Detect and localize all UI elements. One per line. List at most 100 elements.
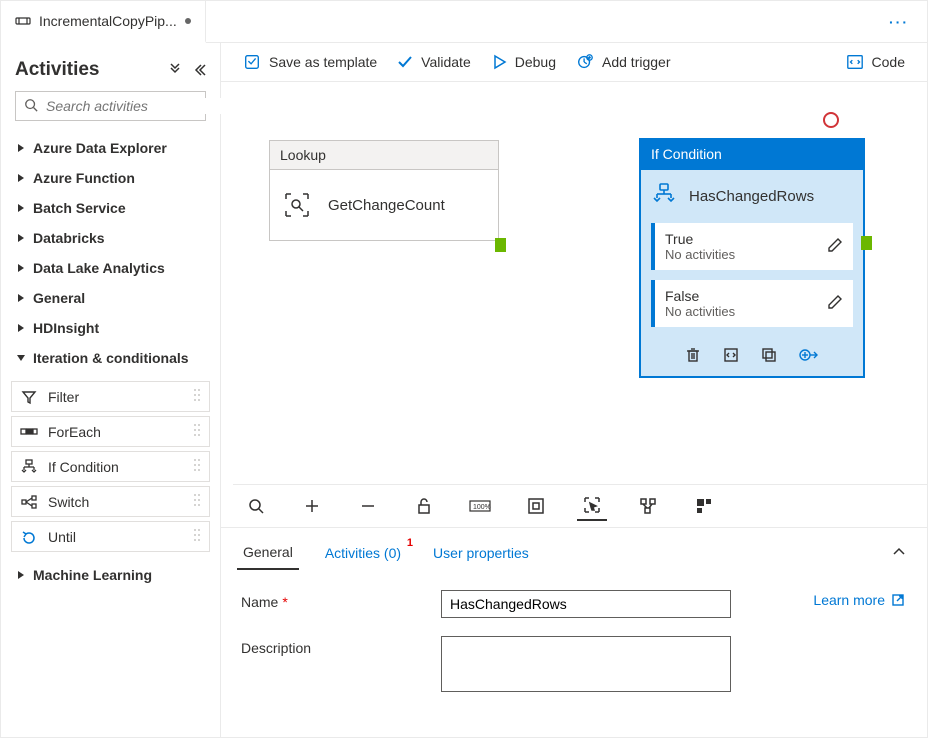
grip-icon — [193, 458, 201, 475]
tree-node[interactable]: HDInsight — [1, 313, 220, 343]
fit-screen-icon[interactable] — [521, 491, 551, 521]
tree-node-label: Azure Function — [33, 170, 135, 186]
tabs-more-button[interactable]: ··· — [871, 1, 927, 42]
branch-true-sub: No activities — [665, 247, 735, 262]
edit-icon[interactable] — [827, 237, 843, 256]
tree-node[interactable]: Data Lake Analytics — [1, 253, 220, 283]
activity-draggable[interactable]: ForEach — [11, 416, 210, 447]
zoom-100-icon[interactable]: 100% — [465, 491, 495, 521]
grip-icon — [193, 493, 201, 510]
activity-draggable[interactable]: Switch — [11, 486, 210, 517]
minimap-icon[interactable] — [689, 491, 719, 521]
tree-node-label: Data Lake Analytics — [33, 260, 165, 276]
grip-icon — [193, 388, 201, 405]
activity-draggable-label: Filter — [48, 389, 79, 405]
properties-panel: General Activities (0)1 User properties … — [221, 527, 927, 737]
save-as-template-label: Save as template — [269, 54, 377, 70]
code-icon[interactable] — [723, 347, 739, 366]
properties-tab-general[interactable]: General — [237, 536, 299, 570]
description-label: Description — [241, 640, 311, 656]
caret-right-icon — [15, 570, 27, 580]
activity-draggable[interactable]: Until — [11, 521, 210, 552]
tree-node[interactable]: Azure Data Explorer — [1, 133, 220, 163]
name-input[interactable] — [441, 590, 731, 618]
if-condition-icon — [651, 182, 677, 211]
zoom-out-icon[interactable] — [353, 491, 383, 521]
validate-button[interactable]: Validate — [397, 54, 471, 70]
activity-type-icon — [20, 529, 38, 545]
sidebar-title: Activities — [15, 59, 99, 81]
save-as-template-button[interactable]: Save as template — [243, 53, 377, 71]
tab-pipeline[interactable]: IncrementalCopyPip... — [1, 1, 206, 43]
tree-node[interactable]: Machine Learning — [1, 560, 220, 590]
description-input[interactable] — [441, 636, 731, 692]
add-trigger-button[interactable]: Add trigger — [576, 53, 670, 71]
caret-right-icon — [15, 233, 27, 243]
add-trigger-label: Add trigger — [602, 54, 670, 70]
search-icon — [24, 98, 38, 115]
learn-more-label: Learn more — [813, 592, 885, 608]
pipeline-canvas[interactable]: Lookup GetChangeCount — [221, 82, 927, 527]
activity-draggable-label: ForEach — [48, 424, 101, 440]
caret-right-icon — [15, 143, 27, 153]
collapse-sidebar-icon[interactable] — [192, 63, 206, 77]
tree-node-iteration[interactable]: Iteration & conditionals — [1, 343, 220, 373]
tree-node[interactable]: Databricks — [1, 223, 220, 253]
output-port[interactable] — [861, 236, 872, 250]
activity-type-icon — [20, 389, 38, 405]
activity-draggable-label: If Condition — [48, 459, 119, 475]
output-port[interactable] — [495, 238, 506, 252]
activity-draggable-label: Until — [48, 529, 76, 545]
tree-node-label: Databricks — [33, 230, 105, 246]
properties-tab-activities[interactable]: Activities (0)1 — [319, 537, 407, 569]
error-badge-icon: 1 — [407, 537, 413, 549]
caret-right-icon — [15, 203, 27, 213]
activity-draggable[interactable]: Filter — [11, 381, 210, 412]
properties-tab-user-properties[interactable]: User properties — [427, 537, 535, 569]
activity-draggable[interactable]: If Condition — [11, 451, 210, 482]
zoom-search-icon[interactable] — [241, 491, 271, 521]
tree-node-label: Iteration & conditionals — [33, 350, 189, 366]
code-button[interactable]: Code — [846, 53, 905, 71]
activity-type-icon — [20, 459, 38, 475]
branch-false[interactable]: False No activities — [651, 280, 853, 327]
tree-node[interactable]: Batch Service — [1, 193, 220, 223]
auto-align-icon[interactable] — [633, 491, 663, 521]
activity-lookup[interactable]: Lookup GetChangeCount — [269, 140, 499, 241]
search-input[interactable] — [46, 98, 228, 114]
activity-if-condition[interactable]: If Condition HasChangedRows — [639, 138, 865, 378]
branch-true-label: True — [665, 231, 735, 247]
zoom-in-icon[interactable] — [297, 491, 327, 521]
activity-type-icon — [20, 424, 38, 440]
edit-icon[interactable] — [827, 294, 843, 313]
svg-text:100%: 100% — [473, 504, 491, 511]
add-next-icon[interactable] — [799, 347, 819, 366]
collapse-panel-icon[interactable] — [887, 540, 911, 567]
dirty-indicator-icon — [185, 18, 191, 24]
editor-tabs: IncrementalCopyPip... ··· — [1, 1, 927, 43]
branch-true[interactable]: True No activities — [651, 223, 853, 270]
activity-type-icon — [20, 494, 38, 510]
activity-name: HasChangedRows — [689, 188, 814, 205]
delete-icon[interactable] — [685, 347, 701, 366]
grip-icon — [193, 423, 201, 440]
activity-draggable-label: Switch — [48, 494, 89, 510]
debug-button[interactable]: Debug — [491, 54, 556, 70]
caret-right-icon — [15, 263, 27, 273]
copy-icon[interactable] — [761, 347, 777, 366]
select-tool-icon[interactable] — [577, 491, 607, 521]
learn-more-link[interactable]: Learn more — [813, 592, 905, 608]
branch-false-sub: No activities — [665, 304, 735, 319]
lock-icon[interactable] — [409, 491, 439, 521]
tree-node[interactable]: Azure Function — [1, 163, 220, 193]
expand-all-icon[interactable] — [168, 63, 182, 77]
tree-node-label: General — [33, 290, 85, 306]
tree-node-label: Machine Learning — [33, 567, 152, 583]
caret-right-icon — [15, 173, 27, 183]
tree-node-label: HDInsight — [33, 320, 99, 336]
tree-node[interactable]: General — [1, 283, 220, 313]
pipeline-icon — [15, 13, 31, 29]
activity-type-label: Lookup — [269, 140, 499, 169]
search-input-wrap — [15, 91, 206, 121]
canvas-controls: 100% — [233, 484, 927, 527]
